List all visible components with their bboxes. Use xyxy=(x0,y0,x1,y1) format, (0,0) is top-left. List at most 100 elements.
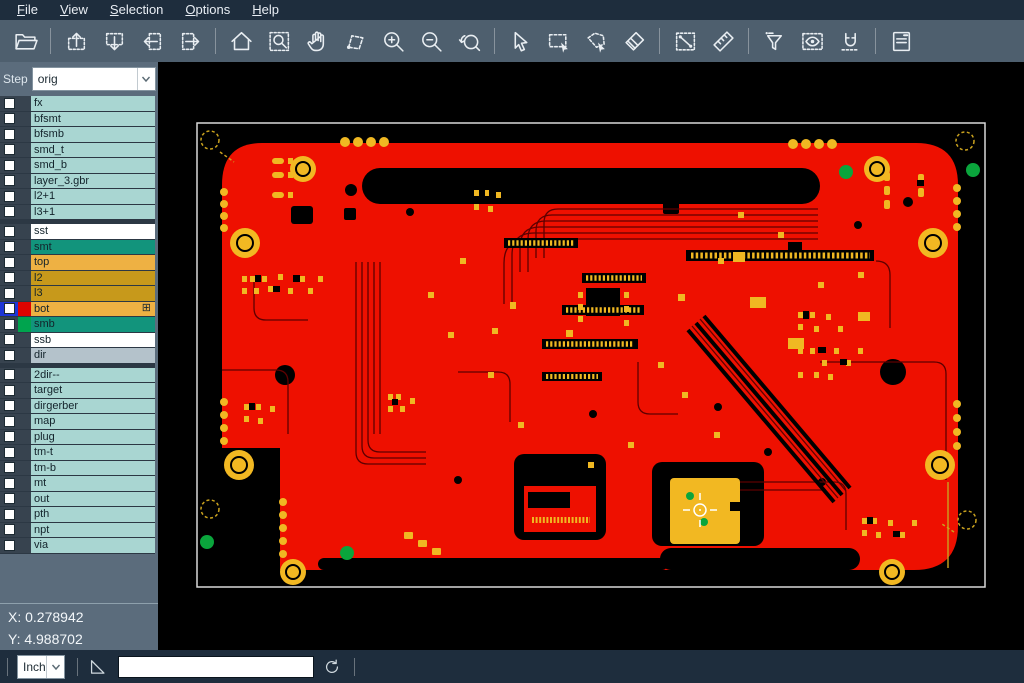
layer-visibility-checkbox[interactable] xyxy=(4,272,15,283)
layer-label[interactable]: sst xyxy=(31,224,155,239)
layer-label[interactable]: pth xyxy=(31,507,155,522)
layer-label[interactable]: layer_3.gbr xyxy=(31,174,155,189)
chevron-down-icon[interactable] xyxy=(46,656,64,678)
snap-button[interactable] xyxy=(833,24,867,58)
layer-visibility-checkbox[interactable] xyxy=(4,191,15,202)
layer-row-smb[interactable]: smb xyxy=(0,317,155,333)
layer-row-l2+1[interactable]: l2+1 xyxy=(0,189,155,205)
layer-visibility-checkbox[interactable] xyxy=(4,478,15,489)
layer-label[interactable]: tm-b xyxy=(31,461,155,476)
layer-label[interactable]: smt xyxy=(31,240,155,255)
layer-row-l2[interactable]: l2 xyxy=(0,271,155,287)
layer-label[interactable]: smb xyxy=(31,317,155,332)
command-input[interactable] xyxy=(118,656,314,678)
layer-row-tm-t[interactable]: tm-t xyxy=(0,445,155,461)
menu-file[interactable]: File xyxy=(6,0,49,20)
layer-label[interactable]: dir xyxy=(31,348,155,363)
refresh-button[interactable] xyxy=(322,657,342,677)
select-polygon-button[interactable] xyxy=(579,24,613,58)
menu-selection[interactable]: Selection xyxy=(99,0,174,20)
step-select[interactable]: orig xyxy=(32,67,156,91)
layer-row-top[interactable]: top xyxy=(0,255,155,271)
layer-visibility-checkbox[interactable] xyxy=(4,144,15,155)
show-selection-button[interactable] xyxy=(795,24,829,58)
layer-row-2dir--[interactable]: 2dir-- xyxy=(0,368,155,384)
layer-row-l3[interactable]: l3 xyxy=(0,286,155,302)
layer-row-target[interactable]: target xyxy=(0,383,155,399)
layer-visibility-checkbox[interactable] xyxy=(4,462,15,473)
layers-panel-button[interactable] xyxy=(884,24,918,58)
layer-visibility-checkbox[interactable] xyxy=(4,113,15,124)
layer-row-plug[interactable]: plug xyxy=(0,430,155,446)
layer-row-map[interactable]: map xyxy=(0,414,155,430)
layer-label[interactable]: top xyxy=(31,255,155,270)
move-right-button[interactable] xyxy=(173,24,207,58)
ruler-button[interactable] xyxy=(706,24,740,58)
layer-visibility-checkbox[interactable] xyxy=(4,350,15,361)
layer-row-ssb[interactable]: ssb xyxy=(0,333,155,349)
layer-visibility-checkbox[interactable] xyxy=(4,288,15,299)
layer-visibility-checkbox[interactable] xyxy=(4,509,15,520)
layer-row-smt[interactable]: smt xyxy=(0,240,155,256)
layer-row-mt[interactable]: mt xyxy=(0,476,155,492)
layer-visibility-checkbox[interactable] xyxy=(4,319,15,330)
layer-label[interactable]: l2 xyxy=(31,271,155,286)
layer-label[interactable]: fx xyxy=(31,96,155,111)
layer-label[interactable]: smd_t xyxy=(31,143,155,158)
layer-row-layer_3.gbr[interactable]: layer_3.gbr xyxy=(0,174,155,190)
layer-visibility-checkbox[interactable] xyxy=(4,369,15,380)
zoom-previous-button[interactable] xyxy=(452,24,486,58)
layer-row-dir[interactable]: dir xyxy=(0,348,155,364)
layer-row-smd_t[interactable]: smd_t xyxy=(0,143,155,159)
layer-label[interactable]: npt xyxy=(31,523,155,538)
layer-visibility-checkbox[interactable] xyxy=(4,129,15,140)
chevron-down-icon[interactable] xyxy=(137,68,155,90)
home-button[interactable] xyxy=(224,24,258,58)
layer-visibility-checkbox[interactable] xyxy=(4,226,15,237)
filter-button[interactable] xyxy=(757,24,791,58)
layer-row-bfsmt[interactable]: bfsmt xyxy=(0,112,155,128)
layer-row-out[interactable]: out xyxy=(0,492,155,508)
layer-visibility-checkbox[interactable] xyxy=(4,98,15,109)
layer-visibility-checkbox[interactable] xyxy=(4,303,15,314)
layer-visibility-checkbox[interactable] xyxy=(4,385,15,396)
layer-label[interactable]: mt xyxy=(31,476,155,491)
layer-label[interactable]: l2+1 xyxy=(31,189,155,204)
layer-label[interactable]: out xyxy=(31,492,155,507)
layer-visibility-checkbox[interactable] xyxy=(4,447,15,458)
layer-visibility-checkbox[interactable] xyxy=(4,257,15,268)
unit-select[interactable]: Inch xyxy=(17,655,65,679)
layer-row-fx[interactable]: fx xyxy=(0,96,155,112)
layer-row-tm-b[interactable]: tm-b xyxy=(0,461,155,477)
layer-visibility-checkbox[interactable] xyxy=(4,524,15,535)
layer-row-smd_b[interactable]: smd_b xyxy=(0,158,155,174)
menu-options[interactable]: Options xyxy=(174,0,241,20)
move-left-button[interactable] xyxy=(135,24,169,58)
layer-label[interactable]: l3+1 xyxy=(31,205,155,220)
layer-visibility-checkbox[interactable] xyxy=(4,241,15,252)
layer-row-npt[interactable]: npt xyxy=(0,523,155,539)
layer-row-via[interactable]: via xyxy=(0,538,155,554)
layer-row-pth[interactable]: pth xyxy=(0,507,155,523)
layer-label[interactable]: via xyxy=(31,538,155,553)
layer-label[interactable]: ssb xyxy=(31,333,155,348)
layer-label[interactable]: 2dir-- xyxy=(31,368,155,383)
zoom-area-button[interactable] xyxy=(262,24,296,58)
layer-label[interactable]: bfsmb xyxy=(31,127,155,142)
zoom-polygon-button[interactable] xyxy=(338,24,372,58)
layer-visibility-checkbox[interactable] xyxy=(4,400,15,411)
layer-label[interactable]: dirgerber xyxy=(31,399,155,414)
layer-label[interactable]: smd_b xyxy=(31,158,155,173)
layer-row-dirgerber[interactable]: dirgerber xyxy=(0,399,155,415)
layer-visibility-checkbox[interactable] xyxy=(4,175,15,186)
clean-brush-button[interactable] xyxy=(617,24,651,58)
move-down-button[interactable] xyxy=(97,24,131,58)
open-folder-button[interactable] xyxy=(8,24,42,58)
zoom-in-button[interactable] xyxy=(376,24,410,58)
layer-label[interactable]: target xyxy=(31,383,155,398)
select-cursor-button[interactable] xyxy=(503,24,537,58)
layer-label[interactable]: map xyxy=(31,414,155,429)
layer-label[interactable]: plug xyxy=(31,430,155,445)
layer-visibility-checkbox[interactable] xyxy=(4,540,15,551)
select-rectangle-button[interactable] xyxy=(541,24,575,58)
